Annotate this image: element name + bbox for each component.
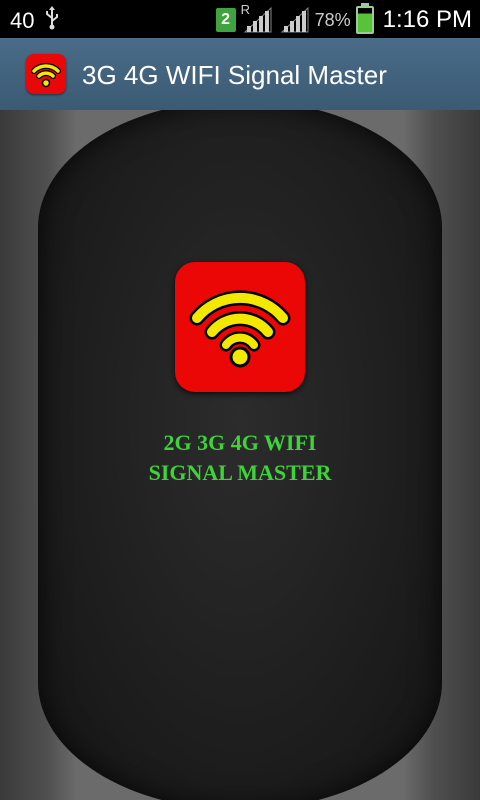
signal-icon: R <box>241 2 273 34</box>
wifi-icon[interactable] <box>26 54 66 94</box>
app-title: 3G 4G WIFI Signal Master <box>82 60 387 90</box>
battery-icon <box>355 3 374 34</box>
signal-icon-2 <box>278 6 310 34</box>
status-right: 2 R 78% 1:16 PM <box>215 2 472 34</box>
headline: 2G 3G 4G WIFI SIGNAL MASTER <box>0 428 480 488</box>
battery-percent: 78% <box>314 9 351 30</box>
clock: 1:16 PM <box>382 6 472 33</box>
roaming-indicator: R <box>240 2 250 17</box>
wifi-logo-icon <box>175 262 305 392</box>
status-left: 40 <box>10 6 60 36</box>
sim-icon: 2 <box>215 8 236 32</box>
main-content: 2G 3G 4G WIFI SIGNAL MASTER <box>0 110 480 800</box>
headline-line-2: SIGNAL MASTER <box>148 460 332 485</box>
notification-count: 40 <box>10 8 35 33</box>
headline-line-1: 2G 3G 4G WIFI <box>163 430 317 455</box>
action-bar: 3G 4G WIFI Signal Master <box>0 38 480 112</box>
usb-icon <box>44 6 60 36</box>
status-bar: 40 2 R 78% 1:16 PM <box>0 0 480 38</box>
